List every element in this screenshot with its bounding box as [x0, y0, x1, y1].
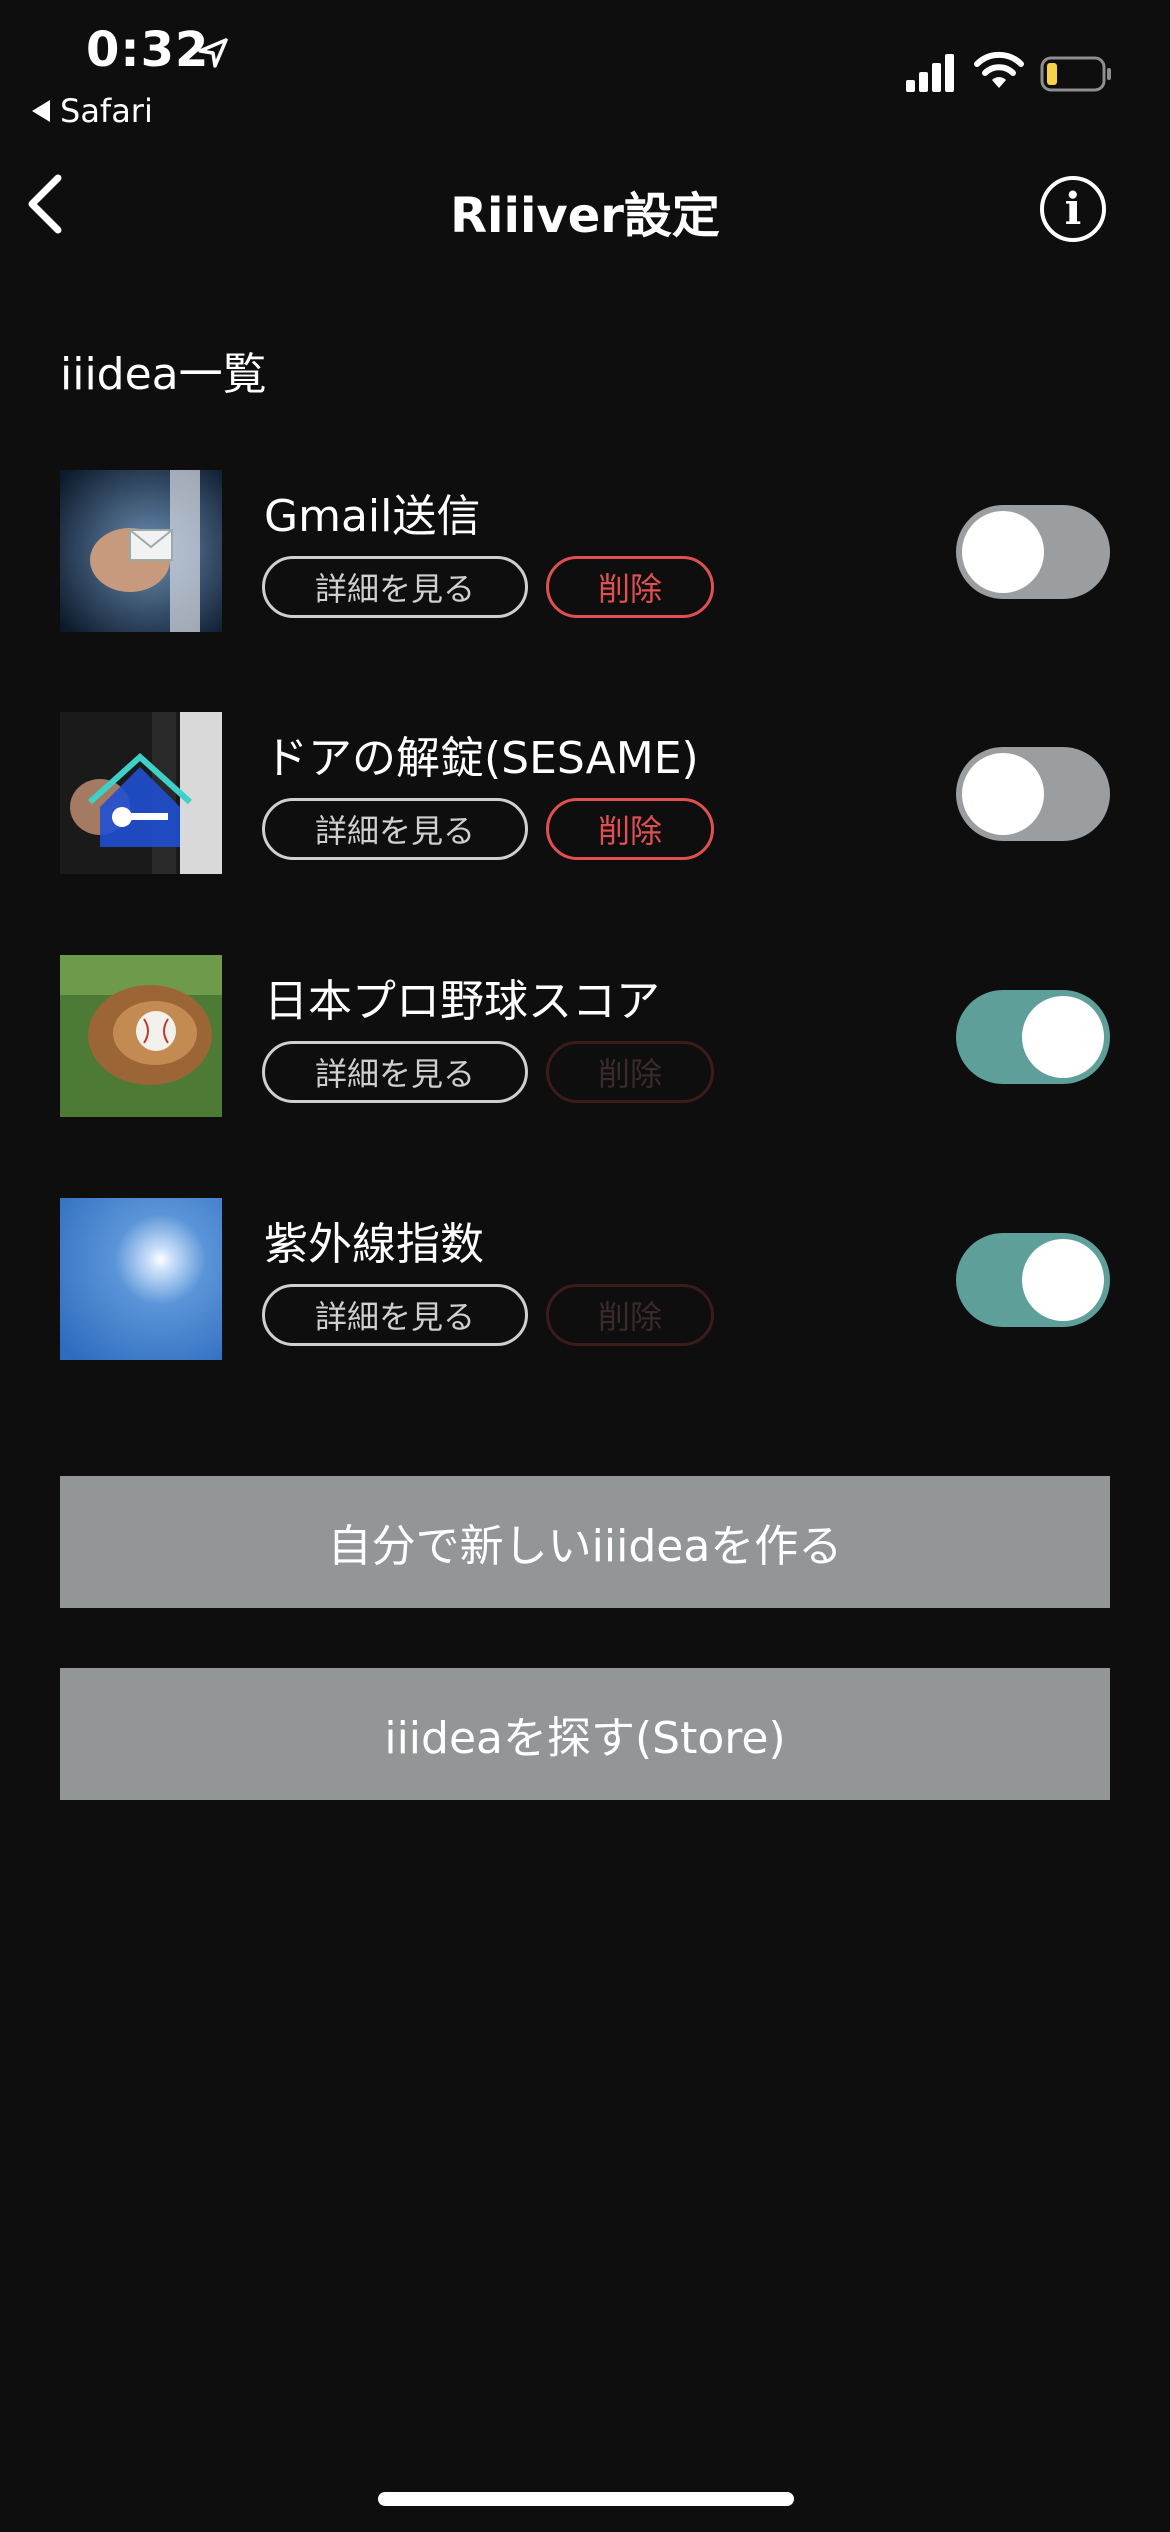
cellular-signal-icon: [906, 54, 954, 92]
toggle-knob: [1022, 996, 1104, 1078]
toggle-knob: [962, 753, 1044, 835]
item-title: 日本プロ野球スコア: [264, 976, 660, 1027]
wifi-icon: [974, 51, 1024, 88]
list-item-sesame: ドアの解錠(SESAME) 詳細を見る 削除: [0, 712, 1170, 882]
create-iiidea-button[interactable]: 自分で新しいiiideaを作る: [60, 1476, 1110, 1608]
item-title: ドアの解錠(SESAME): [264, 733, 699, 784]
list-item-uv-index: 紫外線指数 詳細を見る 削除: [0, 1198, 1170, 1368]
toggle-knob: [1022, 1239, 1104, 1321]
detail-button[interactable]: 詳細を見る: [262, 798, 528, 860]
delete-button-disabled: 削除: [546, 1041, 714, 1103]
delete-button-disabled: 削除: [546, 1284, 714, 1346]
item-title: 紫外線指数: [264, 1219, 484, 1270]
battery-icon: [1040, 56, 1111, 92]
sun-sky-thumb-image: [60, 1198, 222, 1360]
home-indicator[interactable]: [378, 2492, 794, 2506]
info-icon: i: [1064, 183, 1082, 235]
section-title: iiidea一覧: [60, 349, 267, 400]
info-button[interactable]: i: [1040, 176, 1106, 242]
store-button[interactable]: iiideaを探す(Store): [60, 1668, 1110, 1800]
toggle-knob: [962, 511, 1044, 593]
location-arrow-icon: [198, 38, 228, 68]
gmail-thumb-image: [60, 470, 222, 632]
delete-button[interactable]: 削除: [546, 556, 714, 618]
detail-button[interactable]: 詳細を見る: [262, 1284, 528, 1346]
enable-toggle[interactable]: [956, 747, 1110, 841]
status-time: 0:32: [86, 22, 210, 78]
enable-toggle[interactable]: [956, 505, 1110, 599]
item-title: Gmail送信: [264, 491, 481, 542]
delete-button[interactable]: 削除: [546, 798, 714, 860]
back-to-safari[interactable]: Safari: [32, 92, 153, 130]
page-title: Riiiver設定: [450, 188, 720, 244]
back-triangle-icon: [32, 100, 50, 122]
list-item-gmail: Gmail送信 詳細を見る 削除: [0, 470, 1170, 640]
door-key-thumb-image: [60, 712, 222, 874]
detail-button[interactable]: 詳細を見る: [262, 556, 528, 618]
enable-toggle[interactable]: [956, 990, 1110, 1084]
detail-button[interactable]: 詳細を見る: [262, 1041, 528, 1103]
enable-toggle[interactable]: [956, 1233, 1110, 1327]
back-app-label: Safari: [60, 92, 153, 130]
list-item-baseball: 日本プロ野球スコア 詳細を見る 削除: [0, 955, 1170, 1125]
baseball-glove-thumb-image: [60, 955, 222, 1117]
